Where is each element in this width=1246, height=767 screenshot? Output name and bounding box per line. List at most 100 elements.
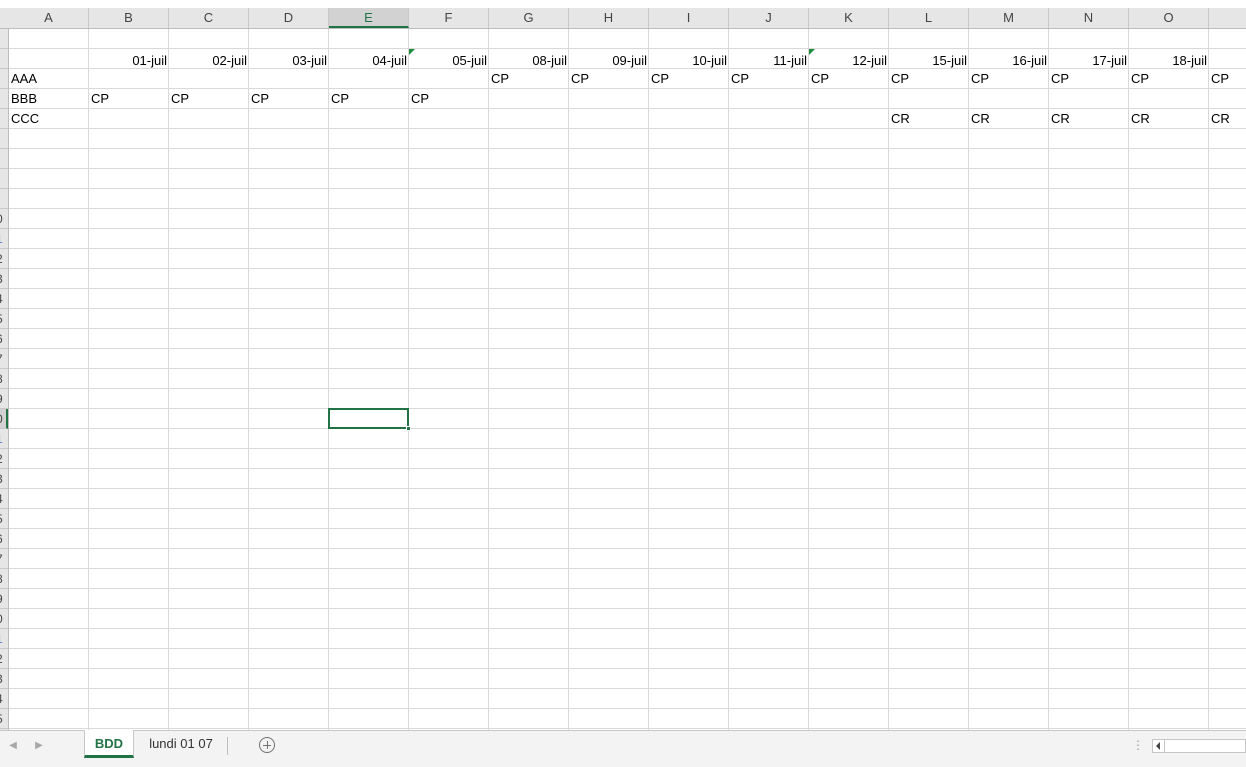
triangle-left-icon[interactable]: [1153, 740, 1165, 752]
data-cell[interactable]: CR: [889, 109, 969, 129]
column-header-n[interactable]: N: [1049, 8, 1129, 28]
row-header[interactable]: 8: [0, 369, 8, 389]
row-header[interactable]: 3: [0, 669, 8, 689]
horizontal-scrollbar[interactable]: [1152, 739, 1246, 753]
column-header-m[interactable]: M: [969, 8, 1049, 28]
row-header[interactable]: 6: [0, 529, 8, 549]
row-header[interactable]: 6: [0, 329, 8, 349]
date-header-cell[interactable]: 01-juil: [89, 51, 169, 71]
column-header-j[interactable]: J: [729, 8, 809, 28]
data-cell[interactable]: CR: [1049, 109, 1129, 129]
data-cell[interactable]: CP: [1209, 69, 1246, 89]
date-header-cell[interactable]: 16-juil: [969, 51, 1049, 71]
date-header-cell[interactable]: 17-juil: [1049, 51, 1129, 71]
row-name-cell[interactable]: CCC: [9, 109, 89, 129]
data-cell[interactable]: CP: [169, 89, 249, 109]
date-header-cell[interactable]: 05-juil: [409, 51, 489, 71]
row-header[interactable]: 7: [0, 349, 8, 369]
row-header[interactable]: [0, 189, 8, 209]
row-header[interactable]: 9: [0, 389, 8, 409]
row-name-cell[interactable]: BBB: [9, 89, 89, 109]
row-header[interactable]: 8: [0, 569, 8, 589]
column-header-c[interactable]: C: [169, 8, 249, 28]
date-header-cell[interactable]: 02-juil: [169, 51, 249, 71]
column-header-f[interactable]: F: [409, 8, 489, 28]
sheet-tab-bdd[interactable]: BDD: [84, 730, 134, 758]
data-cell[interactable]: CR: [1129, 109, 1209, 129]
data-cell[interactable]: CP: [329, 89, 409, 109]
row-header[interactable]: [0, 129, 8, 149]
column-header-e[interactable]: E: [329, 8, 409, 28]
row-header[interactable]: [0, 149, 8, 169]
fill-handle[interactable]: [406, 426, 411, 431]
row-header[interactable]: 1: [0, 429, 8, 449]
worksheet[interactable]: ABCDEFGHIJKLMNO 012345678901234567890123…: [0, 0, 1246, 730]
data-cell[interactable]: CP: [569, 69, 649, 89]
data-cell[interactable]: CR: [1209, 109, 1246, 129]
column-header-k[interactable]: K: [809, 8, 889, 28]
date-header-cell[interactable]: 15-juil: [889, 51, 969, 71]
row-header[interactable]: [0, 169, 8, 189]
row-header[interactable]: 2: [0, 649, 8, 669]
cell-indicator-icon[interactable]: [409, 49, 415, 55]
row-header[interactable]: 1: [0, 229, 8, 249]
row-header[interactable]: [0, 89, 8, 109]
data-cell[interactable]: CP: [89, 89, 169, 109]
data-cell[interactable]: CP: [489, 69, 569, 89]
row-header[interactable]: 2: [0, 449, 8, 469]
row-header[interactable]: 5: [0, 309, 8, 329]
data-cell[interactable]: CR: [969, 109, 1049, 129]
data-cell[interactable]: CP: [249, 89, 329, 109]
column-header-partial[interactable]: [1209, 8, 1246, 28]
data-cell[interactable]: CP: [649, 69, 729, 89]
date-header-cell[interactable]: 18-juil: [1129, 51, 1209, 71]
date-header-cell[interactable]: 04-juil: [329, 51, 409, 71]
column-header-l[interactable]: L: [889, 8, 969, 28]
date-header-cell[interactable]: 11-juil: [729, 51, 809, 71]
more-options-icon[interactable]: ⋮: [1132, 738, 1144, 752]
row-header[interactable]: 5: [0, 709, 8, 729]
row-header[interactable]: 5: [0, 509, 8, 529]
date-header-cell[interactable]: 10-juil: [649, 51, 729, 71]
row-header[interactable]: [0, 29, 8, 49]
cell-indicator-icon[interactable]: [809, 49, 815, 55]
chevron-right-icon[interactable]: ▶: [32, 739, 46, 753]
data-cell[interactable]: CP: [969, 69, 1049, 89]
column-header-g[interactable]: G: [489, 8, 569, 28]
chevron-left-icon[interactable]: ◀: [6, 739, 20, 753]
cell-grid[interactable]: 01-juil 02-juil 03-juil 04-juil 05-juil 08-ju…: [9, 29, 1246, 730]
data-cell[interactable]: CP: [409, 89, 489, 109]
column-header-a[interactable]: A: [9, 8, 89, 28]
selected-cell-E20[interactable]: [328, 408, 409, 429]
row-header[interactable]: 4: [0, 289, 8, 309]
column-header-h[interactable]: H: [569, 8, 649, 28]
date-header-cell[interactable]: 12-juil: [809, 51, 889, 71]
data-cell[interactable]: CP: [729, 69, 809, 89]
data-cell[interactable]: CP: [889, 69, 969, 89]
row-header[interactable]: 4: [0, 489, 8, 509]
row-header[interactable]: 7: [0, 549, 8, 569]
row-header[interactable]: [0, 49, 8, 69]
row-header[interactable]: 0: [0, 609, 8, 629]
row-name-cell[interactable]: AAA: [9, 69, 89, 89]
row-header[interactable]: 0: [0, 409, 8, 429]
date-header-cell[interactable]: 03-juil: [249, 51, 329, 71]
row-header[interactable]: 0: [0, 209, 8, 229]
date-header-cell[interactable]: 09-juil: [569, 51, 649, 71]
row-header[interactable]: [0, 69, 8, 89]
row-header[interactable]: [0, 109, 8, 129]
data-cell[interactable]: CP: [1049, 69, 1129, 89]
sheet-tab-lundi[interactable]: lundi 01 07: [136, 730, 226, 758]
row-header[interactable]: 1: [0, 629, 8, 649]
data-cell[interactable]: CP: [1129, 69, 1209, 89]
row-header[interactable]: 4: [0, 689, 8, 709]
column-header-b[interactable]: B: [89, 8, 169, 28]
row-header[interactable]: 3: [0, 469, 8, 489]
column-header-d[interactable]: D: [249, 8, 329, 28]
column-header-o[interactable]: O: [1129, 8, 1209, 28]
column-header-i[interactable]: I: [649, 8, 729, 28]
data-cell[interactable]: CP: [809, 69, 889, 89]
date-header-cell[interactable]: 08-juil: [489, 51, 569, 71]
row-header[interactable]: 9: [0, 589, 8, 609]
plus-circle-icon[interactable]: [259, 737, 275, 753]
